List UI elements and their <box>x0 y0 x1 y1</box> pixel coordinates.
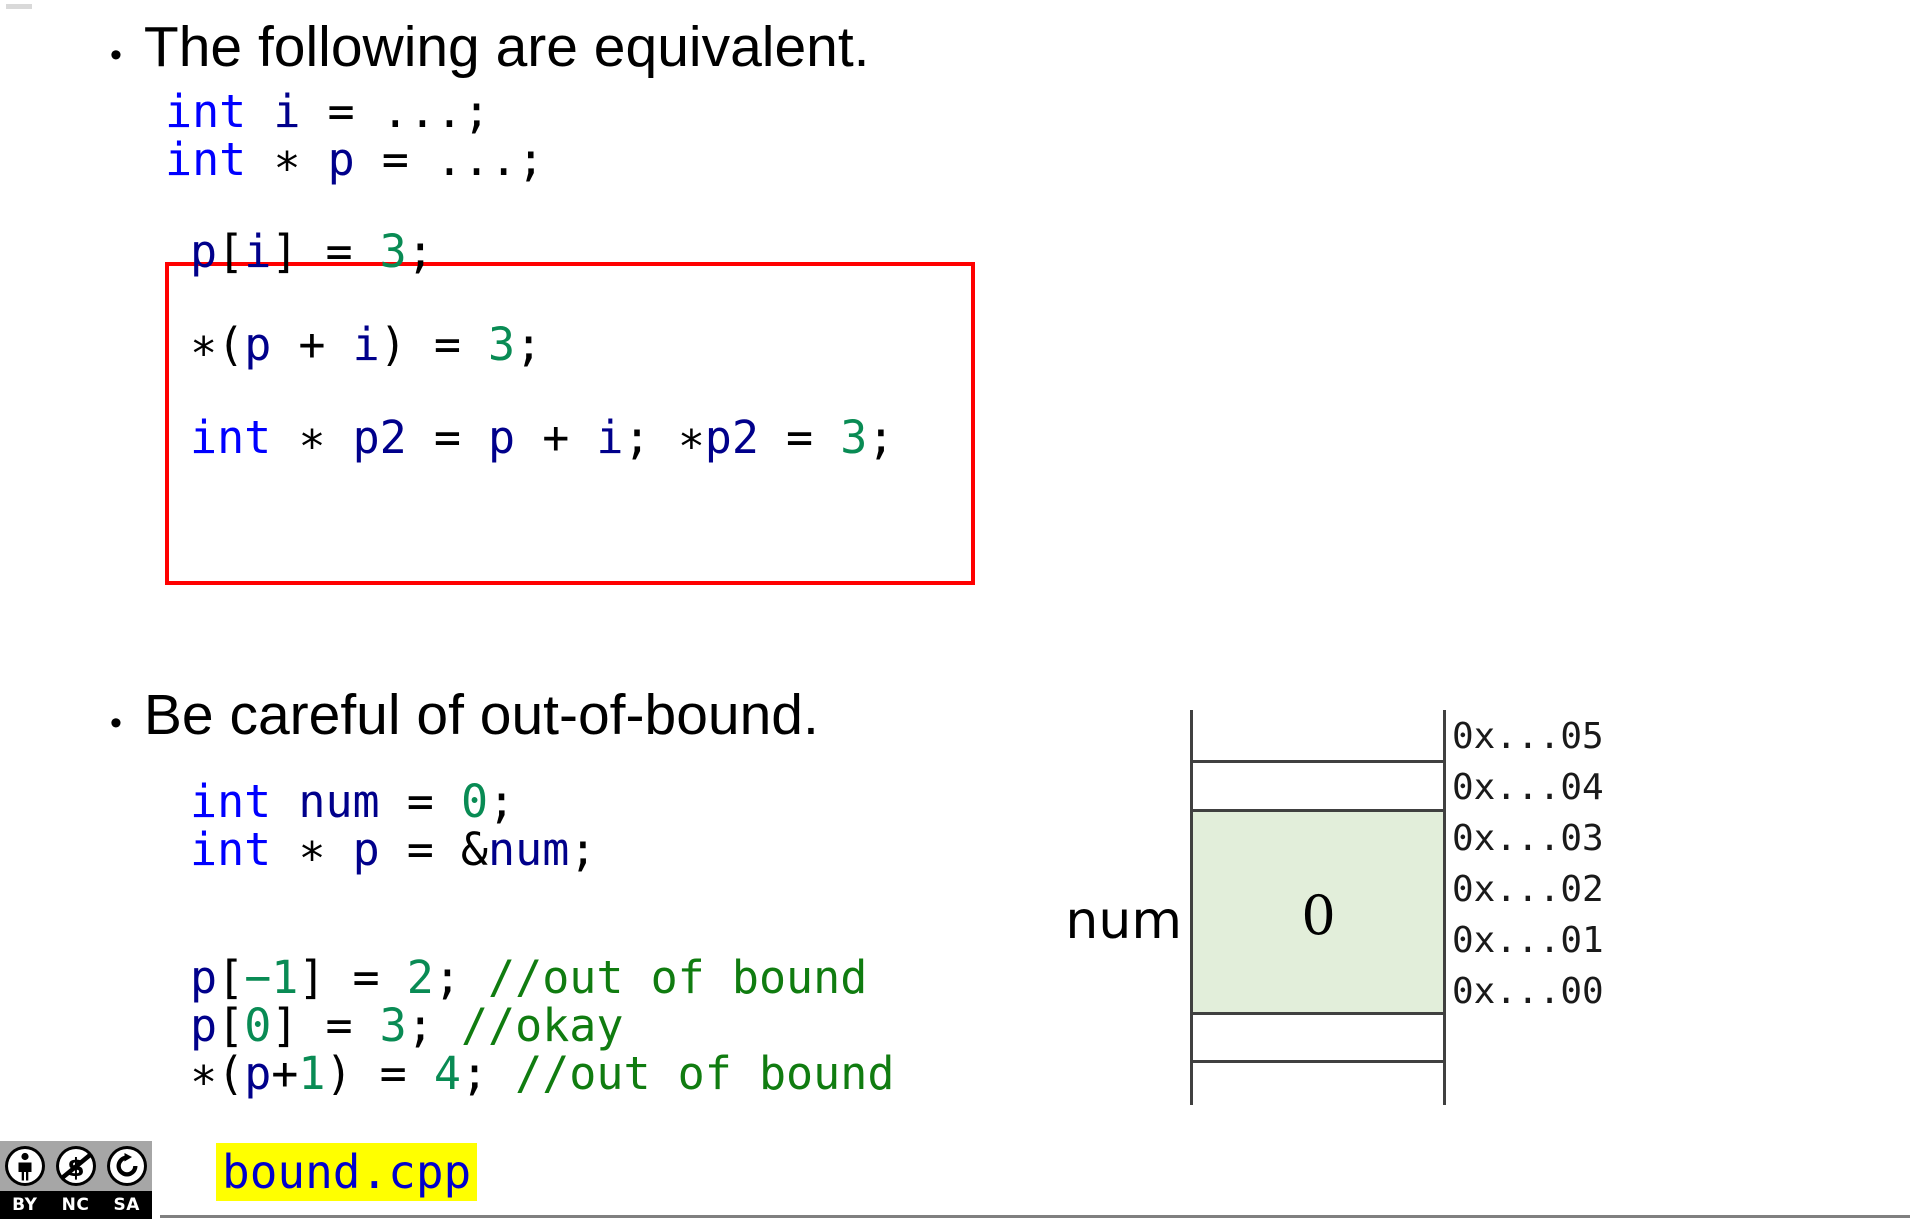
token-plus: + <box>271 318 353 371</box>
cc-label-row: BY NC SA <box>0 1191 152 1219</box>
cc-label-nc: NC <box>61 1195 90 1215</box>
footer-divider <box>160 1215 1910 1218</box>
token-star: ∗ <box>271 823 353 876</box>
token-paren-close: ) <box>379 318 407 371</box>
token-star: ∗ <box>273 133 301 186</box>
source-file-label[interactable]: bound.cpp <box>216 1143 478 1201</box>
cc-label-by: BY <box>12 1195 38 1215</box>
bullet-dot-icon: • <box>110 704 122 742</box>
token-semicolon: ; <box>460 1047 516 1100</box>
token-identifier-p2: p2 <box>704 411 759 464</box>
token-assign-ellipsis: = ...; <box>354 133 545 186</box>
cc-nc-nocommercial-icon: $ <box>55 1146 96 1186</box>
token-star: ∗ <box>271 411 353 464</box>
token-assign: = <box>352 1047 434 1100</box>
token-paren-close: ) <box>325 1047 353 1100</box>
cc-sa-sharealike-icon <box>106 1146 147 1186</box>
token-assign: = <box>298 225 380 278</box>
token-semicolon: ; <box>406 225 434 278</box>
memory-address-label: 0x...02 <box>1452 869 1604 910</box>
memory-divider-1 <box>1190 760 1446 763</box>
token-identifier-i: i <box>352 318 380 371</box>
memory-address-label: 0x...01 <box>1452 920 1604 961</box>
cc-by-person-icon <box>5 1146 46 1186</box>
slide-canvas: • The following are equivalent. int i = … <box>0 0 1910 1225</box>
memory-divider-2 <box>1190 809 1446 812</box>
token-semicolon: ; <box>623 411 678 464</box>
token-number-3: 3 <box>379 225 407 278</box>
code-intro-line-2: int ∗ p = ...; <box>165 130 544 189</box>
cc-label-sa: SA <box>113 1195 140 1215</box>
code-equivalent-line-1: p[i] = 3; <box>190 222 434 281</box>
token-number-3: 3 <box>488 318 516 371</box>
creative-commons-license-badge[interactable]: $ BY NC SA <box>0 1141 152 1219</box>
memory-address-label: 0x...03 <box>1452 818 1604 859</box>
token-semicolon: ; <box>867 411 895 464</box>
memory-address-label: 0x...05 <box>1452 716 1604 757</box>
token-identifier-i: i <box>244 225 272 278</box>
code-equivalent-line-3: int ∗ p2 = p + i; ∗p2 = 3; <box>190 408 894 467</box>
token-identifier-num: num <box>488 823 570 876</box>
code-bound-line-5: ∗(p+1) = 4; //out of bound <box>190 1044 894 1103</box>
bullet-dot-icon: • <box>110 36 122 74</box>
token-semicolon: ; <box>569 823 597 876</box>
memory-divider-3 <box>1190 1012 1446 1015</box>
token-number-3: 3 <box>840 411 868 464</box>
token-keyword-int: int <box>165 133 247 186</box>
bullet-text: The following are equivalent. <box>143 15 870 79</box>
memory-divider-4 <box>1190 1060 1446 1063</box>
code-equivalent-line-2: ∗(p + i) = 3; <box>190 315 542 374</box>
token-assign: = <box>406 411 489 464</box>
token-identifier-p: p <box>352 823 380 876</box>
token-identifier-p: p <box>190 225 218 278</box>
token-assign: = <box>406 318 489 371</box>
memory-cell-value: 0 <box>1301 884 1336 947</box>
token-semicolon: ; <box>515 318 543 371</box>
token-number-4: 4 <box>433 1047 461 1100</box>
token-assign-addressof: = & <box>379 823 489 876</box>
token-deref-open: ∗( <box>190 318 245 371</box>
bullet-item-out-of-bound: • Be careful of out-of-bound. <box>110 682 819 748</box>
token-keyword-int: int <box>190 823 272 876</box>
token-number-1: 1 <box>298 1047 326 1100</box>
token-identifier-p: p <box>244 318 272 371</box>
token-bracket-close: ] <box>271 225 299 278</box>
memory-address-label: 0x...00 <box>1452 971 1604 1012</box>
token-bracket-open: [ <box>217 225 245 278</box>
bullet-text: Be careful of out-of-bound. <box>143 683 819 747</box>
token-keyword-int: int <box>190 411 272 464</box>
memory-variable-label: num <box>1065 891 1182 951</box>
cc-icon-row: $ <box>0 1141 152 1191</box>
bullet-item-equivalent: • The following are equivalent. <box>110 14 870 80</box>
corner-artifact <box>6 4 32 9</box>
token-deref-open: ∗( <box>190 1047 245 1100</box>
token-plus: + <box>271 1047 299 1100</box>
token-comment: //out of bound <box>515 1047 895 1100</box>
token-identifier-i: i <box>596 411 624 464</box>
memory-address-label: 0x...04 <box>1452 767 1604 808</box>
token-identifier-p2: p2 <box>352 411 407 464</box>
code-bound-line-2: int ∗ p = &num; <box>190 820 596 879</box>
token-plus: + <box>515 411 597 464</box>
token-assign: = <box>758 411 841 464</box>
token-identifier-p: p <box>244 1047 272 1100</box>
token-identifier-p: p <box>488 411 516 464</box>
token-identifier-p: p <box>327 133 355 186</box>
token-star: ∗ <box>677 411 705 464</box>
